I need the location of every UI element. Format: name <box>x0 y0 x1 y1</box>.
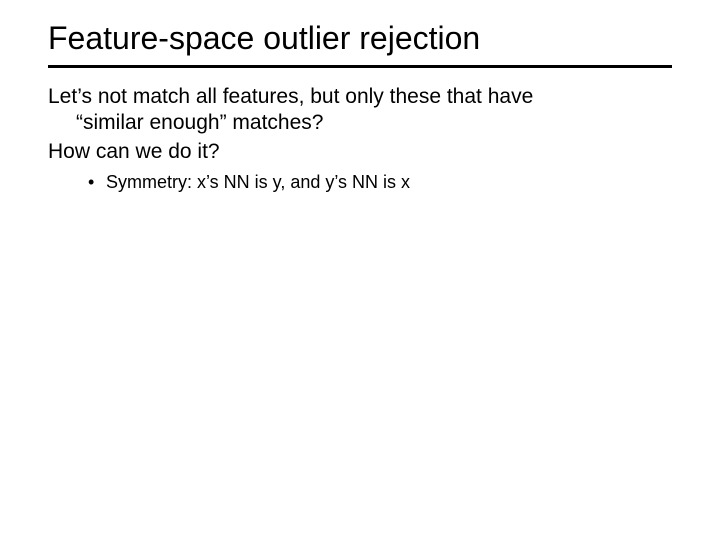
bullet-text: Symmetry: x’s NN is y, and y’s NN is x <box>106 171 672 194</box>
title-block: Feature-space outlier rejection <box>48 20 672 68</box>
body-line-1a: Let’s not match all features, but only t… <box>48 84 672 110</box>
body-line-1b: “similar enough” matches? <box>76 110 672 136</box>
slide-title: Feature-space outlier rejection <box>48 20 672 68</box>
slide: Feature-space outlier rejection Let’s no… <box>0 0 720 540</box>
body-block: Let’s not match all features, but only t… <box>48 84 672 193</box>
bullet-icon: • <box>88 171 106 194</box>
list-item: • Symmetry: x’s NN is y, and y’s NN is x <box>88 171 672 194</box>
body-line-2: How can we do it? <box>48 139 672 165</box>
bullet-list: • Symmetry: x’s NN is y, and y’s NN is x <box>88 171 672 194</box>
